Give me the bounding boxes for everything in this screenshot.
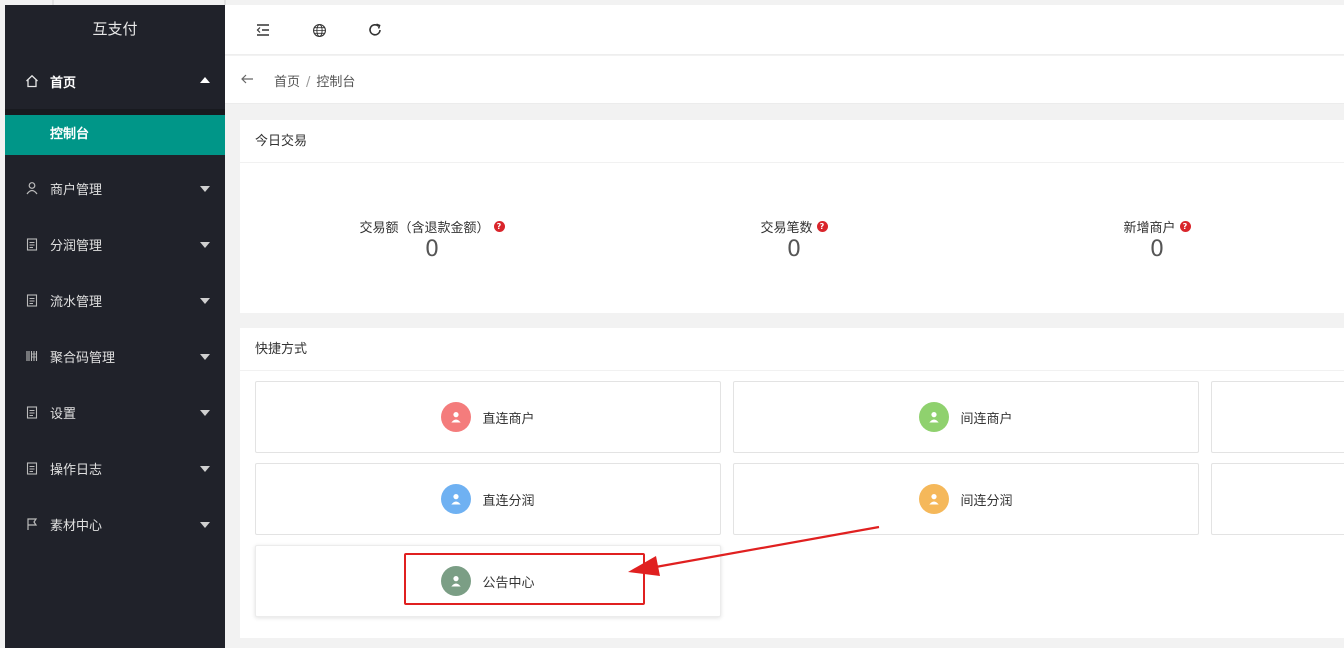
- sidebar-item-label: 聚合码管理: [50, 350, 116, 366]
- barcode-icon: [25, 349, 39, 363]
- chevron-down-icon: [200, 410, 210, 416]
- shortcut-direct-profit-sharing[interactable]: 直连分润: [255, 463, 721, 535]
- top-header: [225, 5, 1344, 55]
- sidebar-item-label: 流水管理: [50, 294, 103, 310]
- refresh-icon[interactable]: [365, 20, 385, 40]
- stat-label-text: 交易笔数: [760, 221, 813, 236]
- breadcrumb-bar: 首页 / 控制台: [225, 56, 1344, 104]
- shortcut-indirect-profit-sharing[interactable]: 间连分润: [733, 463, 1199, 535]
- help-icon[interactable]: ?: [816, 221, 828, 232]
- shortcut-label: 间连商户: [960, 411, 1013, 427]
- user-icon: [25, 181, 39, 195]
- chevron-down-icon: [200, 298, 210, 304]
- breadcrumb: 首页 / 控制台: [274, 71, 355, 90]
- user-avatar-icon: [441, 566, 472, 596]
- chevron-down-icon: [200, 242, 210, 248]
- shortcut-label: 直连分润: [482, 493, 535, 509]
- breadcrumb-separator: /: [306, 75, 311, 90]
- sidebar-item-transactions[interactable]: 流水管理: [5, 272, 225, 328]
- breadcrumb-current: 控制台: [316, 75, 356, 90]
- stat-value: 0: [787, 237, 801, 262]
- stat-label: 交易笔数 ?: [760, 217, 828, 236]
- stat-transaction-amount: 交易额（含退款金额） ? 0: [282, 217, 582, 262]
- sidebar-item-materials[interactable]: 素材中心: [5, 496, 225, 552]
- sidebar: 互支付 首页 控制台 商户管理 分润管理 流水管理 聚合码管理 设置 操作日志 …: [5, 5, 225, 648]
- sidebar-item-merchants[interactable]: 商户管理: [5, 160, 225, 216]
- sidebar-item-label: 操作日志: [50, 462, 103, 478]
- clipboard-icon: [25, 237, 39, 251]
- chevron-down-icon: [200, 354, 210, 360]
- today-transactions-card: 今日交易 交易额（含退款金额） ? 0 交易笔数 ? 0 新增商户 ? 0: [240, 120, 1344, 313]
- breadcrumb-home-link[interactable]: 首页: [274, 75, 300, 90]
- chevron-down-icon: [200, 522, 210, 528]
- sidebar-item-label: 素材中心: [50, 518, 103, 534]
- globe-icon[interactable]: [309, 20, 329, 40]
- shortcut-partial-tile[interactable]: [1211, 463, 1344, 535]
- sidebar-subitem-console[interactable]: 控制台: [5, 115, 225, 155]
- sidebar-item-operation-logs[interactable]: 操作日志: [5, 440, 225, 496]
- clipboard-icon: [25, 461, 39, 475]
- sidebar-item-label: 设置: [50, 406, 77, 422]
- sidebar-item-qr-codes[interactable]: 聚合码管理: [5, 328, 225, 384]
- stat-label: 新增商户 ?: [1123, 217, 1191, 236]
- clipboard-icon: [25, 293, 39, 307]
- shortcut-label: 公告中心: [482, 575, 535, 591]
- clipboard-icon: [25, 405, 39, 419]
- home-icon: [25, 74, 39, 88]
- stat-label-text: 交易额（含退款金额）: [359, 221, 490, 236]
- user-avatar-icon: [919, 484, 950, 514]
- chevron-up-icon: [200, 77, 210, 83]
- shortcut-indirect-merchants[interactable]: 间连商户: [733, 381, 1199, 453]
- menu-collapse-icon[interactable]: [253, 20, 273, 40]
- user-avatar-icon: [441, 484, 472, 514]
- sidebar-item-label: 分润管理: [50, 238, 103, 254]
- sidebar-item-profit-sharing[interactable]: 分润管理: [5, 216, 225, 272]
- sidebar-subgroup: 控制台: [5, 109, 225, 155]
- stat-value: 0: [425, 237, 439, 262]
- shortcut-announcement-center[interactable]: 公告中心: [255, 545, 721, 617]
- chevron-down-icon: [200, 186, 210, 192]
- sidebar-item-home[interactable]: 首页: [5, 53, 225, 109]
- stat-label: 交易额（含退款金额） ?: [359, 217, 505, 236]
- card-title: 今日交易: [240, 120, 1344, 163]
- chevron-down-icon: [200, 466, 210, 472]
- card-title: 快捷方式: [240, 328, 1344, 371]
- stat-transaction-count: 交易笔数 ? 0: [644, 217, 944, 262]
- shortcut-label: 直连商户: [482, 411, 535, 427]
- stat-value: 0: [1150, 237, 1164, 262]
- stat-label-text: 新增商户: [1123, 221, 1176, 236]
- help-icon[interactable]: ?: [493, 221, 505, 232]
- help-icon[interactable]: ?: [1179, 221, 1191, 232]
- shortcut-direct-merchants[interactable]: 直连商户: [255, 381, 721, 453]
- sidebar-item-label: 商户管理: [50, 182, 103, 198]
- stat-new-merchants: 新增商户 ? 0: [1007, 217, 1307, 262]
- sidebar-item-label: 首页: [50, 75, 77, 91]
- back-arrow-icon[interactable]: [239, 71, 255, 87]
- sidebar-item-settings[interactable]: 设置: [5, 384, 225, 440]
- flag-icon: [25, 517, 39, 531]
- user-avatar-icon: [441, 402, 472, 432]
- shortcut-label: 间连分润: [960, 493, 1013, 509]
- app-logo-title: 互支付: [92, 20, 138, 38]
- shortcut-partial-tile[interactable]: [1211, 381, 1344, 453]
- user-avatar-icon: [919, 402, 950, 432]
